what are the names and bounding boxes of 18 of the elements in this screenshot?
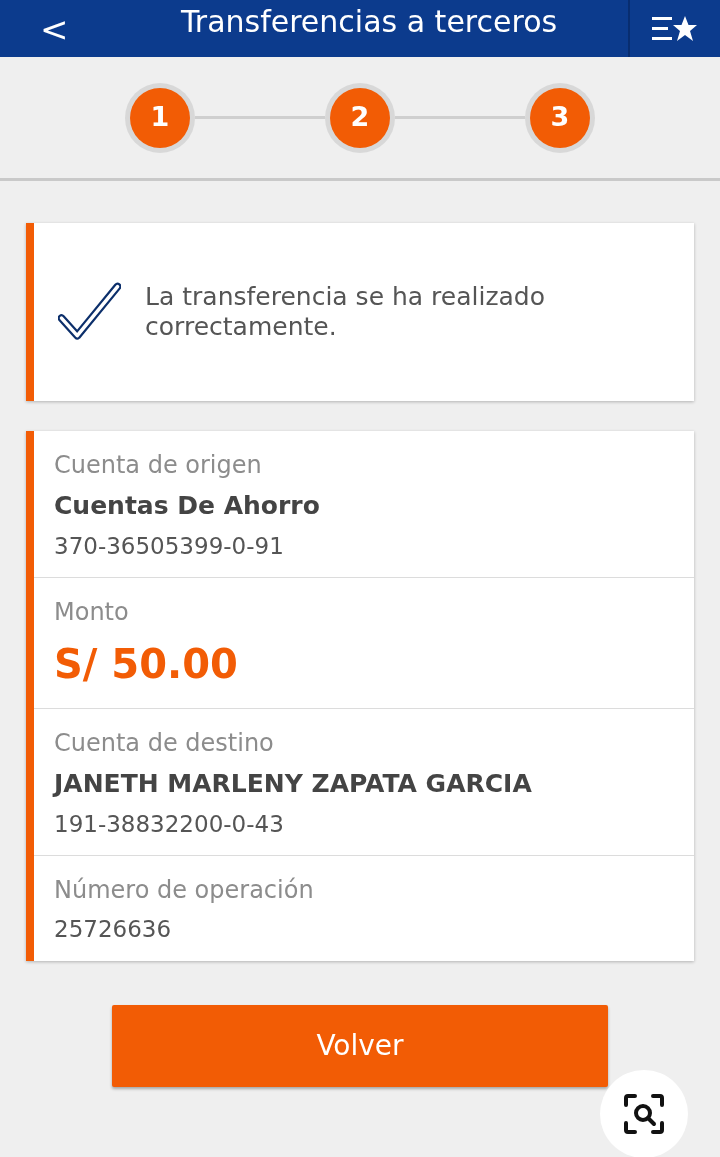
field-value: 25726636 [54,915,173,944]
search-icon [623,1093,665,1135]
account-name: Cuentas De Ahorro [54,490,321,522]
account-number: 191-38832200-0-43 [54,809,285,839]
field-label: Número de operación [54,875,315,906]
step-indicator: 3 [530,87,590,148]
favorites-menu-icon[interactable] [652,14,698,43]
account-name: JANETH MARLENY ZAPATA GARCIA [54,768,533,800]
field-label: Monto [54,597,130,628]
account-number: 370-36505399-0-91 [54,531,285,561]
amount-value: S/ 50.00 [54,640,239,689]
field-label: Cuenta de origen [54,450,263,481]
step-indicator: 1 [130,87,190,148]
back-button[interactable]: < [0,11,110,46]
screen-title: Transferencias a terceros [180,3,558,39]
field-label: Cuenta de destino [54,728,275,759]
success-message: La transferencia se ha realizado correctamente. [145,282,546,342]
step-indicator: 2 [330,87,390,148]
